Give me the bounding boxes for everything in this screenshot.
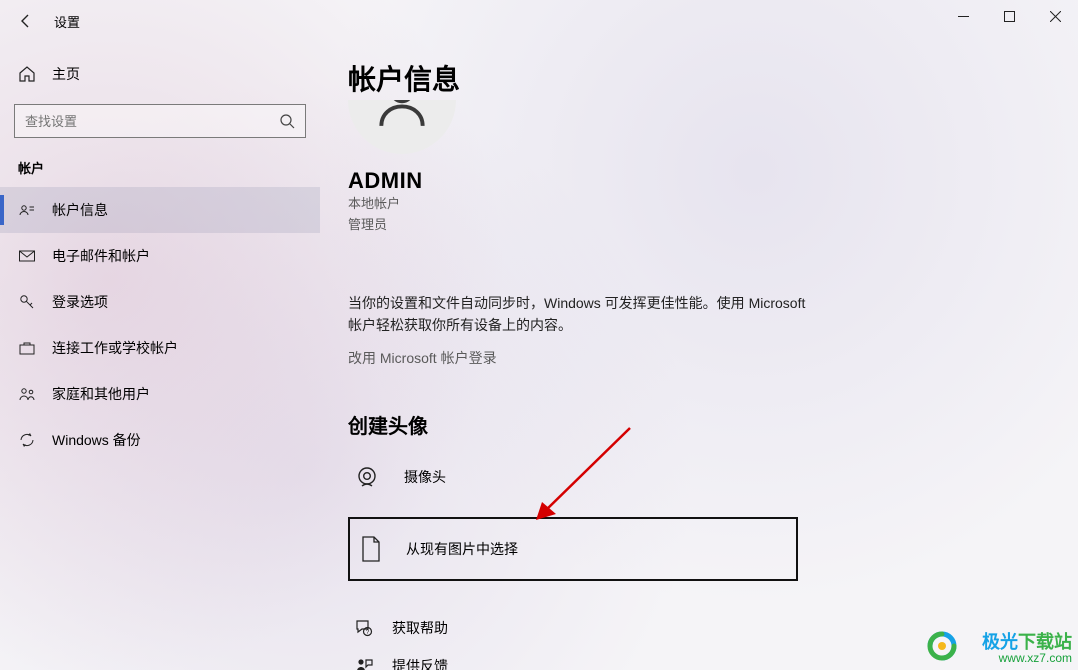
maximize-icon xyxy=(1004,11,1015,22)
sidebar-item-email-accounts[interactable]: 电子邮件和帐户 xyxy=(0,233,320,279)
help-icon: ? xyxy=(354,618,374,638)
arrow-left-icon xyxy=(18,13,34,29)
search-input[interactable] xyxy=(25,114,279,129)
username: ADMIN xyxy=(348,168,1050,194)
main-content: 帐户信息 ADMIN 本地帐户 管理员 当你的设置和文件自动同步时，Window… xyxy=(320,42,1078,670)
sidebar-item-label: 家庭和其他用户 xyxy=(52,384,150,404)
camera-option[interactable]: 摄像头 xyxy=(348,453,798,501)
sidebar-item-label: 连接工作或学校帐户 xyxy=(52,338,178,358)
person-icon xyxy=(371,100,433,131)
window-title: 设置 xyxy=(54,12,80,31)
briefcase-icon xyxy=(18,339,36,357)
avatar-circle xyxy=(348,100,456,154)
sidebar-item-signin-options[interactable]: 登录选项 xyxy=(0,279,320,325)
sidebar-item-label: 帐户信息 xyxy=(52,200,108,220)
sidebar-item-label: Windows 备份 xyxy=(52,430,141,450)
maximize-button[interactable] xyxy=(986,0,1032,32)
sidebar-item-work-school[interactable]: 连接工作或学校帐户 xyxy=(0,325,320,371)
browse-label: 从现有图片中选择 xyxy=(406,539,518,559)
camera-label: 摄像头 xyxy=(404,467,446,487)
close-icon xyxy=(1050,11,1061,22)
feedback-icon xyxy=(354,656,374,670)
account-role: 管理员 xyxy=(348,215,1050,236)
avatar-area xyxy=(348,100,456,154)
sidebar-home-label: 主页 xyxy=(52,64,80,84)
sidebar-item-family[interactable]: 家庭和其他用户 xyxy=(0,371,320,417)
mail-icon xyxy=(18,247,36,265)
back-button[interactable] xyxy=(4,0,48,42)
sidebar-home[interactable]: 主页 xyxy=(0,54,320,94)
window-controls xyxy=(940,0,1078,32)
people-icon xyxy=(18,385,36,403)
sidebar-item-label: 电子邮件和帐户 xyxy=(52,246,150,266)
signin-ms-account-link[interactable]: 改用 Microsoft 帐户登录 xyxy=(348,348,1050,368)
person-card-icon xyxy=(18,201,36,219)
file-icon xyxy=(360,535,382,563)
account-type: 本地帐户 xyxy=(348,194,1050,215)
browse-option[interactable]: 从现有图片中选择 xyxy=(348,517,798,581)
search-box[interactable] xyxy=(14,104,306,138)
titlebar: 设置 xyxy=(0,0,1078,42)
get-help-label: 获取帮助 xyxy=(392,618,448,638)
watermark: 极光下载站 www.xz7.com xyxy=(982,632,1072,666)
watermark-logo xyxy=(924,628,960,664)
minimize-button[interactable] xyxy=(940,0,986,32)
page-title: 帐户信息 xyxy=(348,58,1050,98)
key-icon xyxy=(18,293,36,311)
sidebar-item-backup[interactable]: Windows 备份 xyxy=(0,417,320,463)
feedback-label: 提供反馈 xyxy=(392,656,448,670)
watermark-url: www.xz7.com xyxy=(982,652,1072,666)
sidebar-item-label: 登录选项 xyxy=(52,292,108,312)
watermark-text: 极光 xyxy=(982,632,1018,652)
camera-icon xyxy=(354,464,380,490)
search-icon xyxy=(279,113,295,129)
sidebar-section-title: 帐户 xyxy=(0,152,320,187)
sidebar-item-account-info[interactable]: 帐户信息 xyxy=(0,187,320,233)
minimize-icon xyxy=(958,11,969,22)
close-button[interactable] xyxy=(1032,0,1078,32)
sidebar: 主页 帐户 帐户信息 电子邮件和帐户 登录选项 连接工作或学校帐户 家庭 xyxy=(0,42,320,670)
sync-icon xyxy=(18,431,36,449)
create-avatar-heading: 创建头像 xyxy=(348,410,1050,439)
home-icon xyxy=(18,65,36,83)
account-description: 当你的设置和文件自动同步时，Windows 可发挥更佳性能。使用 Microso… xyxy=(348,292,808,337)
